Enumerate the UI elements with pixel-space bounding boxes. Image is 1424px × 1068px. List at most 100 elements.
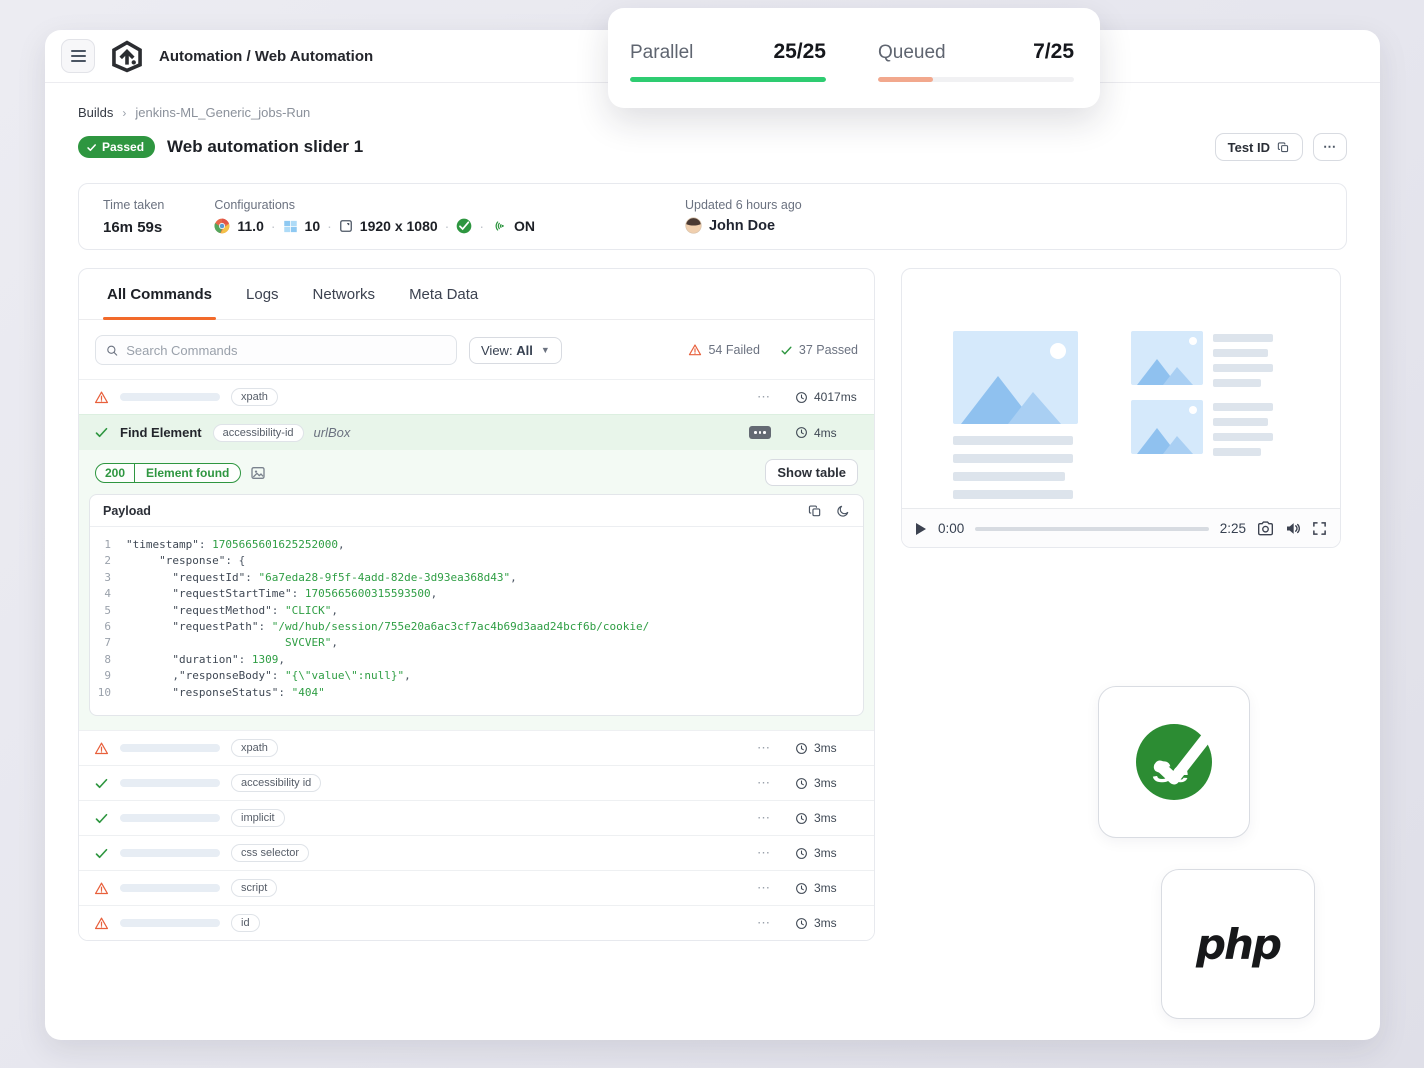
command-row[interactable]: xpath ⋯ 3ms: [79, 730, 874, 765]
queued-label: Queued: [878, 42, 946, 64]
camera-screenshot-icon[interactable]: [1257, 521, 1274, 536]
tunnel-state: ON: [514, 218, 535, 234]
warning-icon: [94, 390, 109, 405]
command-list-top: xpath ⋯ 4017ms: [79, 379, 874, 414]
copy-payload-icon[interactable]: [808, 504, 822, 518]
row-more-button[interactable]: ⋯: [757, 915, 771, 931]
chevron-right-icon: ›: [122, 106, 126, 120]
updated-block: Updated 6 hours ago John Doe: [685, 198, 802, 234]
time-taken-value: 16m 59s: [103, 219, 164, 236]
status-badge: Passed: [78, 136, 155, 158]
test-id-button[interactable]: Test ID: [1215, 133, 1303, 161]
line-number: 6: [90, 619, 126, 635]
warning-icon: [94, 916, 109, 931]
warning-icon: [94, 741, 109, 756]
breadcrumb-builds-link[interactable]: Builds: [78, 105, 113, 120]
queued-value: 7/25: [1033, 40, 1074, 64]
duration: 4ms: [795, 426, 859, 440]
payload-card: Payload 1 "timestamp": 17056: [89, 494, 864, 716]
right-panel: 0:00 2:25: [901, 268, 1341, 1020]
search-icon: [106, 344, 118, 357]
duration: 3ms: [795, 916, 859, 930]
locator-badge: accessibility-id: [213, 424, 304, 442]
tab-networks[interactable]: Networks: [313, 269, 376, 319]
clock-icon: [795, 847, 808, 860]
payload-code: 1 "timestamp": 1705665601625252000, 2 "r…: [90, 527, 863, 715]
view-filter-dropdown[interactable]: View: All ▼: [469, 337, 562, 364]
queued-stat: Queued 7/25: [878, 40, 1074, 108]
row-more-button[interactable]: ⋯: [757, 740, 771, 756]
row-more-button[interactable]: ⋯: [757, 389, 771, 405]
more-actions-button[interactable]: ⋯: [1313, 133, 1347, 161]
selenium-small-icon: [456, 218, 472, 234]
row-more-button[interactable]: ⋯: [757, 810, 771, 826]
windows-os-icon: [283, 219, 298, 234]
volume-icon[interactable]: [1285, 521, 1301, 536]
parallel-label: Parallel: [630, 42, 693, 64]
app-title: Automation / Web Automation: [159, 48, 373, 65]
tab-meta-data[interactable]: Meta Data: [409, 269, 478, 319]
play-button[interactable]: [915, 522, 927, 536]
locator-badge: accessibility id: [231, 774, 321, 792]
code-line: 5 "requestMethod": "CLICK",: [90, 603, 863, 619]
row-more-button[interactable]: ⋯: [757, 775, 771, 791]
video-seek-bar[interactable]: [975, 527, 1208, 531]
duration: 3ms: [795, 811, 859, 825]
locator-badge: implicit: [231, 809, 285, 827]
parallel-progress-fill: [630, 77, 826, 82]
php-logo-text: php: [1196, 920, 1280, 969]
command-skeleton: [120, 393, 220, 401]
hamburger-menu-button[interactable]: [61, 39, 95, 73]
time-taken-label: Time taken: [103, 198, 164, 212]
tab-logs[interactable]: Logs: [246, 269, 279, 319]
command-list-bottom: xpath ⋯ 3ms accessibility id ⋯ 3ms impli…: [79, 730, 874, 940]
payload-title: Payload: [103, 504, 151, 518]
mock-image-small: [1131, 331, 1203, 385]
search-commands-box[interactable]: [95, 335, 457, 365]
command-row[interactable]: script ⋯ 3ms: [79, 870, 874, 905]
row-more-button[interactable]: ⋯: [757, 845, 771, 861]
console-chip-icon[interactable]: [749, 426, 771, 439]
php-logo-card: php: [1161, 869, 1315, 1019]
queued-progress-track: [878, 77, 1074, 82]
command-row[interactable]: implicit ⋯ 3ms: [79, 800, 874, 835]
fullscreen-icon[interactable]: [1312, 521, 1327, 536]
response-message: Element found: [135, 464, 240, 482]
command-row[interactable]: id ⋯ 3ms: [79, 905, 874, 940]
command-skeleton: [120, 884, 220, 892]
user-name: John Doe: [709, 218, 775, 234]
command-row[interactable]: xpath ⋯ 4017ms: [79, 379, 874, 414]
show-table-button[interactable]: Show table: [765, 459, 858, 486]
os-version: 10: [305, 218, 321, 234]
duration: 3ms: [795, 881, 859, 895]
code-line: 10 "responseStatus": "404": [90, 685, 863, 701]
screenshot-icon[interactable]: [250, 465, 266, 481]
app-logo-icon: [109, 40, 145, 73]
parallel-stat: Parallel 25/25: [630, 40, 826, 108]
concurrency-stats-card: Parallel 25/25 Queued 7/25: [608, 8, 1100, 108]
command-row[interactable]: css selector ⋯ 3ms: [79, 835, 874, 870]
clock-icon: [795, 812, 808, 825]
video-player-card: 0:00 2:25: [901, 268, 1341, 548]
check-icon: [86, 142, 97, 153]
code-line: 7 SVCVER",: [90, 635, 863, 651]
svg-text:Se: Se: [1152, 756, 1189, 789]
command-row[interactable]: accessibility id ⋯ 3ms: [79, 765, 874, 800]
time-taken-block: Time taken 16m 59s: [103, 198, 164, 236]
command-skeleton: [120, 849, 220, 857]
row-more-button[interactable]: ⋯: [757, 880, 771, 896]
page-title: Web automation slider 1: [167, 137, 363, 157]
code-line: 1 "timestamp": 1705665601625252000,: [90, 537, 863, 553]
updated-label: Updated 6 hours ago: [685, 198, 802, 212]
line-number: 4: [90, 586, 126, 602]
command-row-selected[interactable]: Find Element accessibility-id urlBox 4ms: [79, 414, 874, 450]
dark-mode-moon-icon[interactable]: [836, 504, 850, 518]
line-number: 5: [90, 603, 126, 619]
queued-progress-fill: [878, 77, 933, 82]
video-controls: 0:00 2:25: [902, 508, 1340, 548]
locator-badge: id: [231, 914, 260, 932]
duration: 4017ms: [795, 390, 859, 404]
tab-all-commands[interactable]: All Commands: [107, 269, 212, 319]
search-commands-input[interactable]: [126, 343, 446, 358]
clock-icon: [795, 882, 808, 895]
